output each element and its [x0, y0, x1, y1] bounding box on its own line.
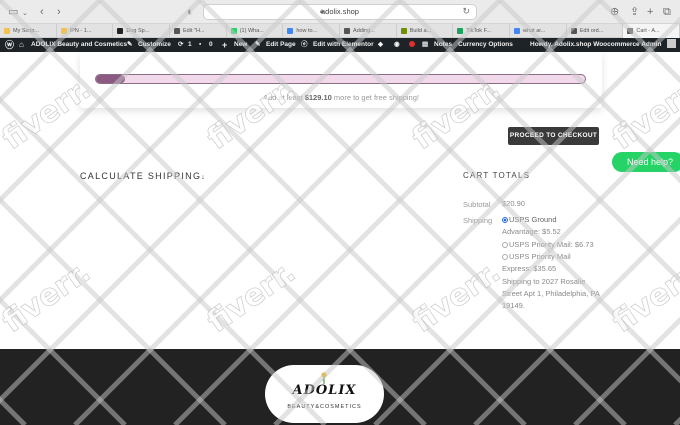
download-icon[interactable]: ⊕ [610, 5, 619, 19]
forward-icon[interactable]: › [57, 5, 61, 19]
shipping-option-3[interactable]: USPS Priority Mail [502, 251, 571, 263]
cart-page: Add at least $129.10 more to get free sh… [0, 52, 680, 349]
tab-favicon [514, 28, 521, 34]
tab-active[interactable]: Cart - A... [623, 24, 680, 38]
calculate-shipping-toggle[interactable]: CALCULATE SHIPPING↓ [80, 171, 206, 181]
status-dot-icon [409, 38, 415, 52]
howdy-user-link[interactable]: Howdy, Adolix.shop Woocommerce Admin [530, 38, 661, 52]
radio-icon[interactable] [502, 242, 508, 248]
plugin-icon[interactable]: ◉ [394, 38, 400, 52]
sidebar-toggle-icon[interactable]: ▭ [8, 5, 18, 19]
plus-icon: + [222, 40, 228, 50]
need-help-button[interactable]: Need help? [612, 152, 680, 172]
new-link[interactable]: New [234, 38, 247, 52]
new-tab-icon[interactable]: + [647, 5, 653, 19]
wordpress-icon[interactable]: ⓦ [5, 38, 14, 52]
shipping-address-line1: Shipping to 2027 Rosalie [502, 277, 586, 286]
tab[interactable]: how to... [283, 24, 341, 38]
shipping-msg-amount: $129.10 [304, 93, 332, 102]
wp-admin-bar: ⓦ ⌂ ADOLIX Beauty and Cosmetics ✎ Custom… [0, 38, 680, 52]
edit-page-link[interactable]: Edit Page [266, 38, 296, 52]
elementor-icon: ⓔ [301, 41, 308, 48]
tab-favicon [230, 28, 237, 34]
progress-fill [96, 75, 126, 83]
admin-site-link[interactable]: ADOLIX Beauty and Cosmetics [31, 38, 127, 52]
shipping-option-2[interactable]: USPS Priority Mail: $6.73 [502, 239, 602, 251]
reload-icon[interactable]: ↻ [462, 6, 470, 17]
seo-icon[interactable]: ◆ [378, 38, 383, 52]
shipping-address-line3: 19149. [502, 301, 525, 310]
footer-tagline: BEAUTY&COSMETICS [287, 404, 362, 410]
tab[interactable]: Edit "H... [170, 24, 227, 38]
browser-toolbar: ▭ ⌄ ‹ › ◐ 🔒︎ adolix.shop ↻ ⊕ ⇪ + ⧉ [0, 0, 680, 24]
tab[interactable]: TikTok F... [453, 24, 511, 38]
shipping-msg-suffix: more to get free shipping! [333, 93, 419, 102]
tab-favicon [4, 28, 10, 34]
subtotal-label: Subtotal [463, 200, 491, 209]
footer-brand: ADOLIX [292, 383, 357, 398]
screen: ▭ ⌄ ‹ › ◐ 🔒︎ adolix.shop ↻ ⊕ ⇪ + ⧉ My Sc… [0, 0, 680, 425]
share-icon[interactable]: ⇪ [630, 5, 639, 19]
tab[interactable]: Build a... [397, 24, 454, 38]
tab-favicon [287, 28, 294, 34]
calculate-shipping-label: CALCULATE SHIPPING [80, 171, 202, 181]
tab-favicon [627, 28, 634, 34]
arrow-down-icon: ↓ [201, 174, 207, 181]
url-text: adolix.shop [321, 7, 359, 16]
shipping-option-3-price: Express: $35.65 [502, 264, 557, 273]
free-shipping-card: Add at least $129.10 more to get free sh… [80, 52, 602, 108]
tab-overview-icon[interactable]: ⧉ [663, 5, 671, 19]
customize-link[interactable]: Customize [138, 38, 171, 52]
tab-favicon [344, 28, 351, 34]
radio-icon[interactable] [502, 254, 508, 260]
tab-favicon [174, 28, 181, 34]
free-shipping-message: Add at least $129.10 more to get free sh… [80, 93, 602, 102]
comments-count[interactable]: 0 [209, 38, 213, 52]
tab-favicon [60, 28, 67, 34]
privacy-shield-icon[interactable]: ◐ [187, 5, 194, 19]
updates-icon: ⟳ [178, 41, 184, 48]
address-bar[interactable]: 🔒︎ adolix.shop ↻ [203, 4, 477, 20]
updates-count[interactable]: 1 [188, 38, 192, 52]
tab[interactable]: (1) Wha... [227, 24, 284, 38]
shipping-label: Shipping [463, 216, 493, 225]
tab[interactable]: what ar... [510, 24, 567, 38]
home-icon: ⌂ [19, 40, 24, 49]
site-footer: ADOLIX BEAUTY&COSMETICS [0, 349, 680, 425]
avatar[interactable] [667, 38, 676, 52]
tab[interactable]: IPN - 1... [57, 24, 114, 38]
footer-logo[interactable]: ADOLIX BEAUTY&COSMETICS [265, 365, 384, 423]
proceed-to-checkout-button[interactable]: PROCEED TO CHECKOUT [508, 127, 599, 145]
tab[interactable]: Adding... [340, 24, 397, 38]
pencil-icon: ✎ [255, 41, 261, 48]
tab-strip: My Scrip... IPN - 1... Dog Sp... Edit "H… [0, 24, 680, 38]
shipping-option-1-price: Advantage: $5.52 [502, 227, 561, 236]
shipping-option-1[interactable]: USPS Ground [502, 214, 602, 226]
chevron-down-icon[interactable]: ⌄ [22, 7, 28, 21]
radio-selected-icon[interactable] [502, 217, 508, 223]
subtotal-value: $20.90 [502, 199, 525, 208]
currency-options-link[interactable]: Currency Options [458, 38, 513, 52]
tab-favicon [457, 28, 464, 34]
back-icon[interactable]: ‹ [40, 5, 44, 19]
tab-favicon [570, 28, 577, 34]
notes-link[interactable]: Notes [434, 38, 452, 52]
shipping-address-line2: Street Apt 1, Philadelphia, PA [502, 289, 600, 298]
comment-icon: ▪ [199, 41, 202, 48]
edit-elementor-link[interactable]: Edit with Elementor [313, 38, 374, 52]
tab[interactable]: Edit ord... [567, 24, 624, 38]
cart-totals-title: CART TOTALS [463, 171, 531, 180]
tab-favicon [117, 28, 124, 34]
shipping-msg-prefix: Add at least [263, 93, 303, 102]
notes-icon: ▤ [422, 41, 429, 48]
brush-icon: ✎ [127, 41, 133, 48]
tab-favicon [400, 28, 407, 34]
tab[interactable]: Dog Sp... [113, 24, 171, 38]
tab[interactable]: My Scrip... [0, 24, 57, 38]
free-shipping-progress-bar [95, 74, 586, 84]
